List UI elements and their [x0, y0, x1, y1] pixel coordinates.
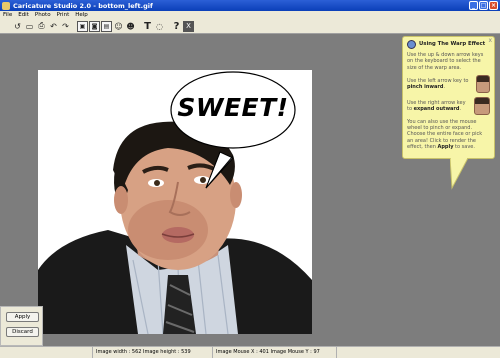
minimize-button[interactable]: _ [469, 1, 478, 10]
apply-button[interactable]: Apply [6, 312, 39, 322]
mouse-position-status: Image Mouse X : 401 Image Mouse Y : 97 [212, 347, 332, 358]
speech-icon[interactable]: ◌ [154, 21, 165, 32]
help-title: Using The Warp Effect [419, 41, 486, 48]
help-expand-row: Use the right arrow key to expand outwar… [407, 96, 490, 115]
warp-help-panel: x Using The Warp Effect Use the up & dow… [402, 36, 495, 159]
toolbar: ↺ ▭ ⎙ ↶ ↷ ▣ ◙ ▤ ☺ ☻ T ◌ ? X [0, 19, 500, 34]
photo-icon[interactable]: ▤ [101, 20, 112, 32]
text-tool-icon[interactable]: T [142, 21, 153, 32]
maximize-button[interactable]: □ [479, 1, 488, 10]
status-empty-cell [336, 347, 500, 358]
image-canvas[interactable]: SWEET! [38, 70, 312, 334]
redo-icon[interactable]: ↷ [60, 21, 71, 32]
speech-bubble-text: SWEET! [177, 93, 289, 122]
effect-action-panel: Apply Discard [0, 306, 43, 346]
help-panel-tail [450, 158, 469, 190]
help-icon[interactable]: ? [171, 21, 182, 32]
window-controls: _ □ × [469, 1, 498, 10]
frame-icon[interactable]: ▣ [77, 20, 88, 32]
discard-button[interactable]: Discard [6, 327, 39, 337]
menu-bar: File Edit Photo Print Help [0, 11, 500, 19]
menu-print[interactable]: Print [57, 12, 70, 18]
stamp-icon[interactable]: ◙ [89, 20, 100, 32]
app-icon [2, 1, 10, 10]
window-title: Caricature Studio 2.0 - bottom_left.gif [13, 1, 153, 10]
help-outro: You can also use the mouse wheel to pinc… [407, 118, 483, 151]
save-icon[interactable]: ▭ [24, 21, 35, 32]
expand-example-thumbnail [474, 96, 490, 115]
close-tool-icon[interactable]: X [183, 20, 194, 32]
print-icon[interactable]: ⎙ [36, 21, 47, 32]
menu-help[interactable]: Help [75, 12, 88, 18]
help-header: Using The Warp Effect [407, 40, 490, 49]
help-close-button[interactable]: x [488, 37, 492, 44]
menu-edit[interactable]: Edit [18, 12, 29, 18]
close-window-button[interactable]: × [489, 1, 498, 10]
image-size-status: Image width : 562 Image height : 539 [92, 347, 207, 358]
face-icon[interactable]: ☻ [125, 21, 136, 32]
menu-photo[interactable]: Photo [35, 12, 51, 18]
help-info-icon [407, 40, 416, 49]
undo-icon[interactable]: ↶ [48, 21, 59, 32]
pinch-example-thumbnail [476, 74, 490, 93]
menu-file[interactable]: File [3, 12, 12, 18]
morph-icon[interactable]: ☺ [113, 21, 124, 32]
open-icon[interactable]: ↺ [12, 21, 23, 32]
help-pinch-row: Use the left arrow key to pinch inward. [407, 74, 490, 93]
help-intro: Use the up & down arrow keys on the keyb… [407, 52, 484, 71]
title-bar: Caricature Studio 2.0 - bottom_left.gif … [0, 0, 500, 11]
status-bar: Image width : 562 Image height : 539 Ima… [0, 346, 500, 358]
